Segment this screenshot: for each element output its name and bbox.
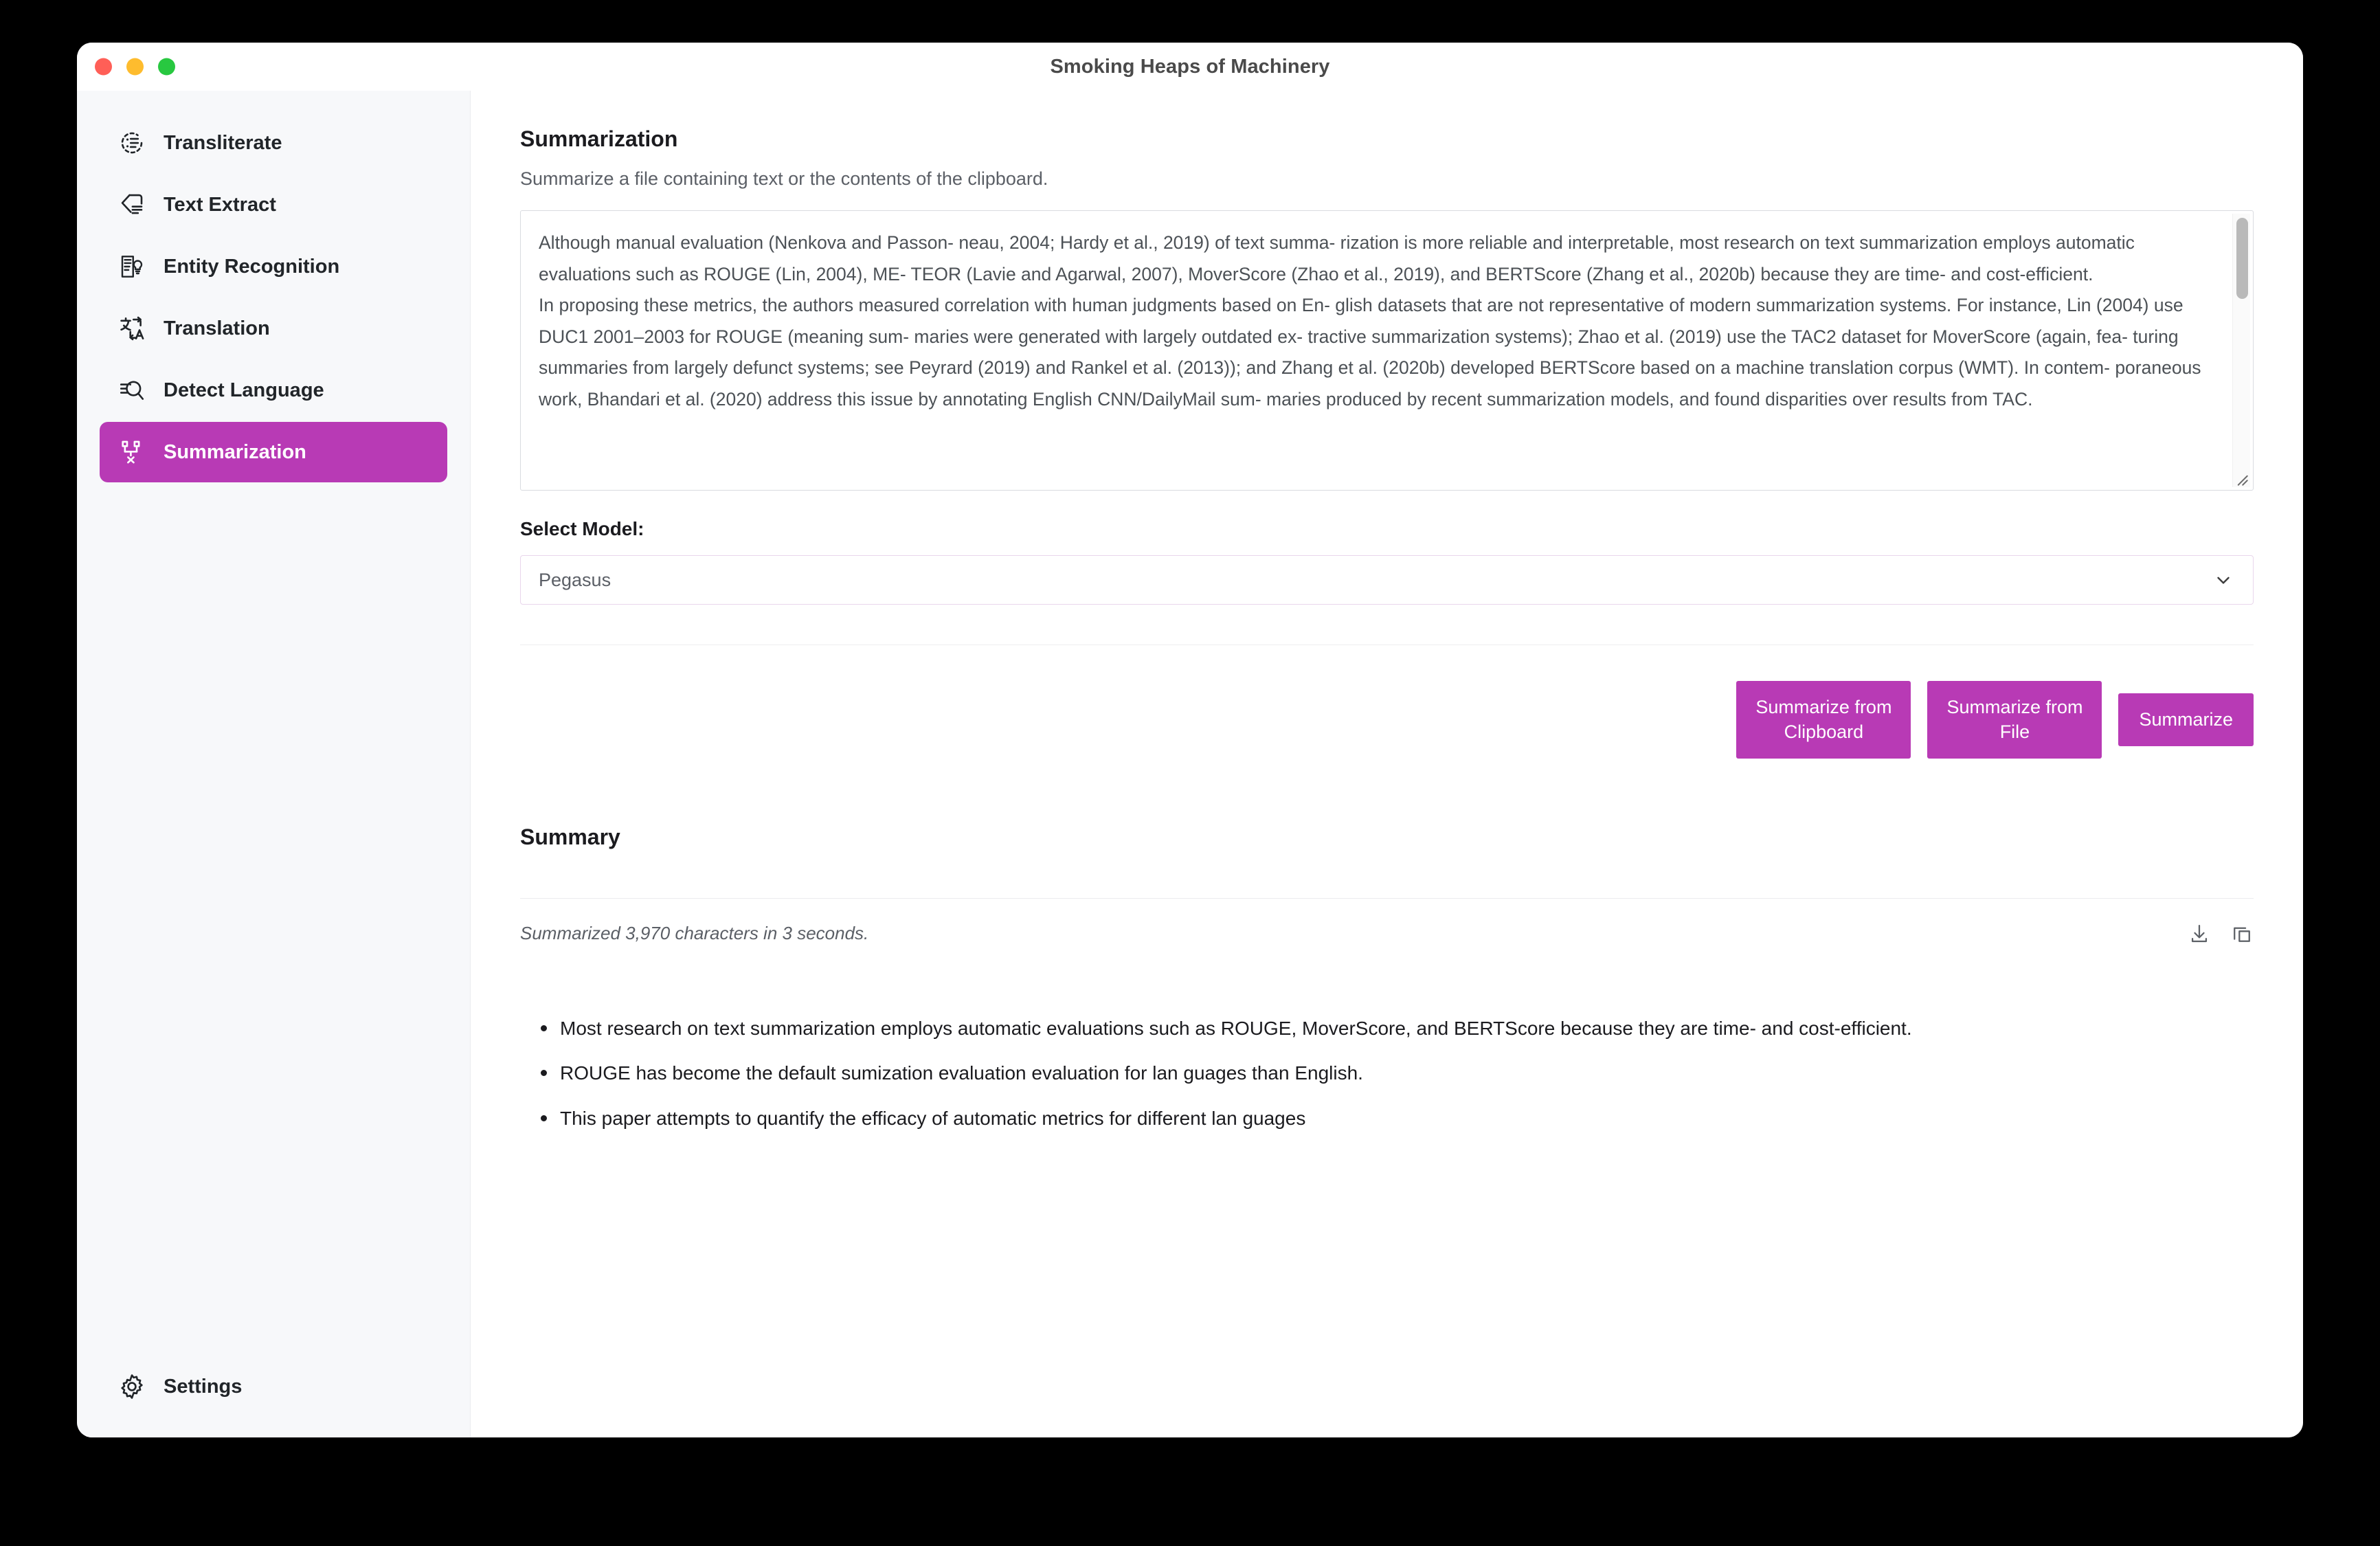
select-model-label: Select Model: — [520, 518, 644, 539]
summary-meta-bar: Summarized 3,970 characters in 3 seconds… — [520, 922, 2254, 945]
gear-icon — [117, 1371, 147, 1402]
traffic-light-controls — [95, 58, 175, 76]
close-window-button[interactable] — [95, 58, 112, 76]
page-subtitle: Summarize a file containing text or the … — [520, 168, 1048, 189]
sidebar-item-label: Summarization — [164, 440, 306, 463]
sidebar-item-summarization[interactable]: Summarization — [100, 422, 447, 482]
sidebar-item-text-extract[interactable]: Text Extract — [100, 175, 447, 235]
action-buttons: Summarize from Clipboard Summarize from … — [520, 681, 2254, 759]
copy-icon[interactable] — [2230, 922, 2254, 945]
entity-recognition-icon — [117, 251, 147, 282]
sidebar-item-label: Detect Language — [164, 379, 324, 401]
window-title: Smoking Heaps of Machinery — [1050, 55, 1330, 78]
text-extract-icon — [117, 190, 147, 220]
summarization-icon — [117, 437, 147, 467]
main-content: Summarization Summarize a file containin… — [471, 91, 2303, 1437]
page-title: Summarization — [520, 126, 678, 151]
sidebar-footer: Settings — [77, 1356, 470, 1417]
sidebar-item-detect-language[interactable]: Detect Language — [100, 360, 447, 421]
translation-icon — [117, 313, 147, 344]
zoom-window-button[interactable] — [158, 58, 175, 76]
input-textarea-wrapper: Although manual evaluation (Nenkova and … — [520, 210, 2254, 491]
sidebar-item-entity-recognition[interactable]: Entity Recognition — [100, 236, 447, 297]
summary-divider — [520, 897, 2254, 899]
summary-status-text: Summarized 3,970 characters in 3 seconds… — [520, 923, 869, 944]
source-text-input[interactable]: Although manual evaluation (Nenkova and … — [521, 211, 2253, 490]
sidebar-item-label: Entity Recognition — [164, 255, 340, 278]
detect-language-icon — [117, 375, 147, 405]
list-item: ROUGE has become the default sumization … — [541, 1057, 2254, 1088]
summarize-from-clipboard-button[interactable]: Summarize from Clipboard — [1736, 681, 1911, 759]
summarize-from-file-button[interactable]: Summarize from File — [1927, 681, 2102, 759]
summarize-button[interactable]: Summarize — [2118, 693, 2254, 746]
sidebar-item-label: Translation — [164, 317, 270, 339]
sidebar-item-label: Settings — [164, 1375, 243, 1398]
summary-tools — [2188, 922, 2254, 945]
sidebar-item-settings[interactable]: Settings — [100, 1356, 447, 1417]
textarea-scrollbar[interactable] — [2232, 214, 2250, 487]
sidebar-item-label: Transliterate — [164, 131, 282, 154]
sidebar-item-label: Text Extract — [164, 193, 276, 216]
sidebar-item-transliterate[interactable]: Transliterate — [100, 113, 447, 173]
download-icon[interactable] — [2188, 922, 2211, 945]
chevron-down-icon — [2213, 570, 2234, 590]
resize-grip-icon[interactable] — [2232, 469, 2249, 487]
summary-bullet-list: Most research on text summarization empl… — [520, 1013, 2254, 1134]
title-bar: Smoking Heaps of Machinery — [77, 43, 2303, 91]
model-select[interactable]: Pegasus — [520, 555, 2254, 605]
textarea-scrollbar-thumb[interactable] — [2236, 218, 2248, 299]
window-body: Transliterate Text Extract Entity Recogn… — [77, 91, 2303, 1437]
sidebar-nav: Transliterate Text Extract Entity Recogn… — [77, 113, 470, 482]
app-window: Smoking Heaps of Machinery Transliterate — [77, 43, 2303, 1437]
list-item: This paper attempts to quantify the effi… — [541, 1103, 2254, 1134]
model-select-value: Pegasus — [539, 569, 611, 590]
list-item: Most research on text summarization empl… — [541, 1013, 2254, 1044]
sidebar-item-translation[interactable]: Translation — [100, 298, 447, 359]
minimize-window-button[interactable] — [126, 58, 144, 76]
transliterate-icon — [117, 128, 147, 158]
sidebar: Transliterate Text Extract Entity Recogn… — [77, 91, 471, 1437]
summary-heading: Summary — [520, 824, 620, 849]
